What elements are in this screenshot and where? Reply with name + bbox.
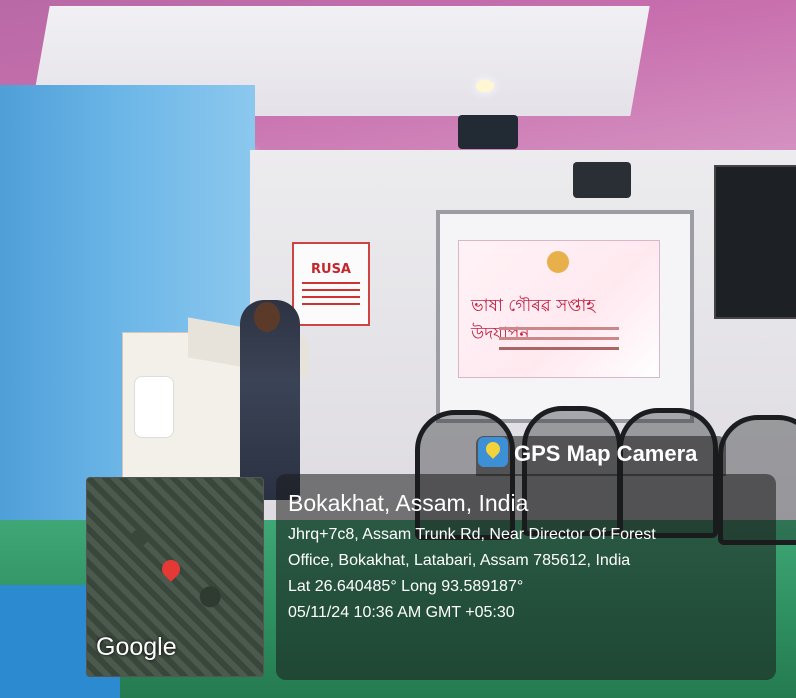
timestamp: 05/11/24 10:36 AM GMT +05:30	[288, 604, 515, 621]
map-pin-icon	[478, 437, 508, 467]
rusa-poster: RUSA	[292, 242, 370, 326]
wall-tv	[714, 165, 796, 319]
map-attribution: Google	[96, 633, 177, 661]
slide-title: ভাষা গৌৰৱ সপ্তাহ উদযাপন	[471, 296, 596, 344]
address-line-2: Office, Bokakhat, Latabari, Assam 785612…	[288, 552, 631, 569]
photo-scene: ভাষা গৌৰৱ সপ্তাহ উদযাপন RUSA GPS Map Cam…	[0, 0, 796, 698]
projector	[458, 115, 518, 149]
location-title: Bokakhat, Assam, India	[288, 490, 529, 516]
coordinates: Lat 26.640485° Long 93.589187°	[288, 578, 524, 595]
slide-text-lines	[499, 327, 619, 330]
poster-title: RUSA	[311, 262, 351, 277]
projector-secondary	[573, 162, 631, 198]
poster-text-lines	[302, 282, 360, 284]
projected-slide: ভাষা গৌৰৱ সপ্তাহ উদযাপন	[458, 240, 660, 378]
ceiling-light	[476, 80, 494, 92]
podium-emblem	[134, 376, 174, 438]
gps-app-name: GPS Map Camera	[514, 441, 698, 466]
speaker-head	[254, 302, 280, 332]
gps-text: Bokakhat, Assam, India Jhrq+7c8, Assam T…	[288, 488, 768, 626]
address-line-1: Jhrq+7c8, Assam Trunk Rd, Near Director …	[288, 526, 656, 543]
slide-logo	[547, 251, 569, 273]
